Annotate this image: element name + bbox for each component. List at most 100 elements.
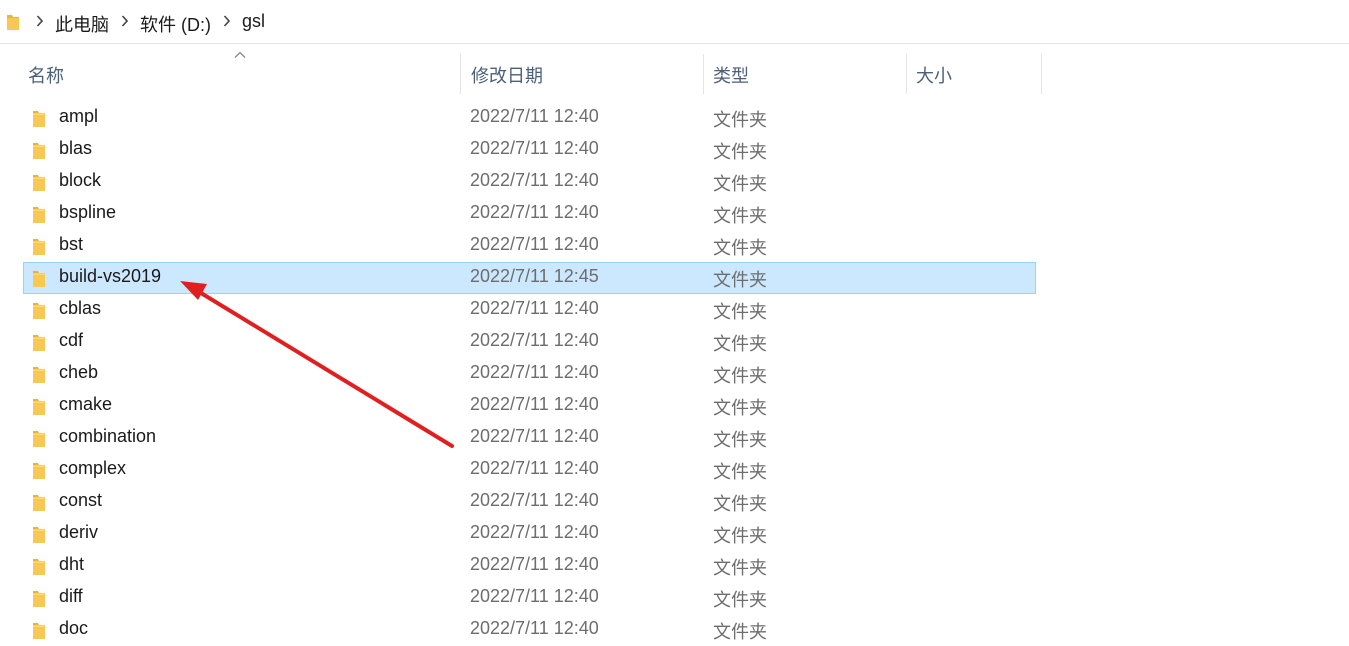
sort-ascending-icon <box>234 51 246 58</box>
folder-icon <box>33 367 45 383</box>
file-name[interactable]: build-vs2019 <box>59 266 161 287</box>
file-row[interactable]: complex 2022/7/11 12:40 文件夹 <box>23 454 1036 486</box>
file-row[interactable]: cblas 2022/7/11 12:40 文件夹 <box>23 294 1036 326</box>
file-type: 文件夹 <box>713 270 767 290</box>
file-date-modified: 2022/7/11 12:40 <box>470 490 599 510</box>
column-divider[interactable] <box>1041 54 1042 94</box>
file-name[interactable]: const <box>59 490 102 511</box>
file-type: 文件夹 <box>713 398 767 418</box>
file-date-modified: 2022/7/11 12:40 <box>470 138 599 158</box>
folder-icon <box>33 335 45 351</box>
file-date-modified: 2022/7/11 12:40 <box>470 522 599 542</box>
folder-icon <box>33 559 45 575</box>
chevron-right-icon[interactable] <box>36 14 44 28</box>
file-row[interactable]: cmake 2022/7/11 12:40 文件夹 <box>23 390 1036 422</box>
column-header-name[interactable]: 名称 <box>28 62 64 88</box>
file-name[interactable]: cdf <box>59 330 83 351</box>
breadcrumb-drive-d[interactable]: 软件 (D:) <box>140 11 211 37</box>
chevron-right-icon[interactable] <box>223 14 231 28</box>
folder-icon <box>33 271 45 287</box>
column-header-type[interactable]: 类型 <box>713 62 749 88</box>
column-header-date-modified[interactable]: 修改日期 <box>471 62 543 88</box>
file-row[interactable]: block 2022/7/11 12:40 文件夹 <box>23 166 1036 198</box>
file-row[interactable]: doc 2022/7/11 12:40 文件夹 <box>23 614 1036 646</box>
file-type: 文件夹 <box>713 558 767 578</box>
file-type: 文件夹 <box>713 110 767 130</box>
folder-icon <box>33 623 45 639</box>
address-bar[interactable]: 此电脑 软件 (D:) gsl <box>0 0 1349 44</box>
file-date-modified: 2022/7/11 12:40 <box>470 618 599 638</box>
file-name[interactable]: complex <box>59 458 126 479</box>
file-name[interactable]: blas <box>59 138 92 159</box>
file-name[interactable]: doc <box>59 618 88 639</box>
file-name[interactable]: cmake <box>59 394 112 415</box>
column-divider[interactable] <box>906 54 907 94</box>
file-date-modified: 2022/7/11 12:40 <box>470 426 599 446</box>
file-date-modified: 2022/7/11 12:40 <box>470 202 599 222</box>
folder-icon <box>33 303 45 319</box>
file-type: 文件夹 <box>713 238 767 258</box>
file-type: 文件夹 <box>713 494 767 514</box>
file-row[interactable]: cdf 2022/7/11 12:40 文件夹 <box>23 326 1036 358</box>
file-type: 文件夹 <box>713 366 767 386</box>
file-row[interactable]: deriv 2022/7/11 12:40 文件夹 <box>23 518 1036 550</box>
file-row[interactable]: bspline 2022/7/11 12:40 文件夹 <box>23 198 1036 230</box>
file-name[interactable]: cblas <box>59 298 101 319</box>
file-date-modified: 2022/7/11 12:40 <box>470 586 599 606</box>
file-date-modified: 2022/7/11 12:40 <box>470 330 599 350</box>
column-divider[interactable] <box>703 54 704 94</box>
file-date-modified: 2022/7/11 12:40 <box>470 394 599 414</box>
folder-icon <box>33 111 45 127</box>
folder-icon <box>33 495 45 511</box>
file-row[interactable]: const 2022/7/11 12:40 文件夹 <box>23 486 1036 518</box>
file-date-modified: 2022/7/11 12:40 <box>470 170 599 190</box>
file-name[interactable]: dht <box>59 554 84 575</box>
folder-icon <box>33 431 45 447</box>
file-date-modified: 2022/7/11 12:40 <box>470 234 599 254</box>
chevron-right-icon[interactable] <box>121 14 129 28</box>
file-name[interactable]: bst <box>59 234 83 255</box>
breadcrumb-this-pc[interactable]: 此电脑 <box>55 11 109 37</box>
folder-icon <box>33 591 45 607</box>
file-type: 文件夹 <box>713 462 767 482</box>
file-date-modified: 2022/7/11 12:40 <box>470 458 599 478</box>
file-name[interactable]: deriv <box>59 522 98 543</box>
folder-icon <box>33 143 45 159</box>
file-type: 文件夹 <box>713 174 767 194</box>
file-type: 文件夹 <box>713 334 767 354</box>
file-row[interactable]: dht 2022/7/11 12:40 文件夹 <box>23 550 1036 582</box>
file-type: 文件夹 <box>713 302 767 322</box>
file-type: 文件夹 <box>713 590 767 610</box>
folder-icon <box>7 15 19 30</box>
file-name[interactable]: combination <box>59 426 156 447</box>
folder-icon <box>33 463 45 479</box>
column-header-size[interactable]: 大小 <box>916 62 952 88</box>
file-row[interactable]: combination 2022/7/11 12:40 文件夹 <box>23 422 1036 454</box>
file-row[interactable]: bst 2022/7/11 12:40 文件夹 <box>23 230 1036 262</box>
column-divider[interactable] <box>460 54 461 94</box>
file-row[interactable]: blas 2022/7/11 12:40 文件夹 <box>23 134 1036 166</box>
breadcrumb-gsl[interactable]: gsl <box>242 11 265 32</box>
file-type: 文件夹 <box>713 142 767 162</box>
file-row[interactable]: cheb 2022/7/11 12:40 文件夹 <box>23 358 1036 390</box>
folder-icon <box>33 399 45 415</box>
file-type: 文件夹 <box>713 622 767 642</box>
file-row[interactable]: diff 2022/7/11 12:40 文件夹 <box>23 582 1036 614</box>
file-name[interactable]: diff <box>59 586 83 607</box>
file-row[interactable]: build-vs2019 2022/7/11 12:45 文件夹 <box>23 262 1036 294</box>
file-name[interactable]: ampl <box>59 106 98 127</box>
file-date-modified: 2022/7/11 12:40 <box>470 298 599 318</box>
file-type: 文件夹 <box>713 206 767 226</box>
file-date-modified: 2022/7/11 12:40 <box>470 554 599 574</box>
folder-icon <box>33 239 45 255</box>
file-name[interactable]: bspline <box>59 202 116 223</box>
file-row[interactable]: ampl 2022/7/11 12:40 文件夹 <box>23 102 1036 134</box>
file-name[interactable]: cheb <box>59 362 98 383</box>
file-date-modified: 2022/7/11 12:40 <box>470 362 599 382</box>
file-type: 文件夹 <box>713 526 767 546</box>
file-name[interactable]: block <box>59 170 101 191</box>
folder-icon <box>33 527 45 543</box>
file-date-modified: 2022/7/11 12:40 <box>470 106 599 126</box>
folder-icon <box>33 207 45 223</box>
file-type: 文件夹 <box>713 430 767 450</box>
